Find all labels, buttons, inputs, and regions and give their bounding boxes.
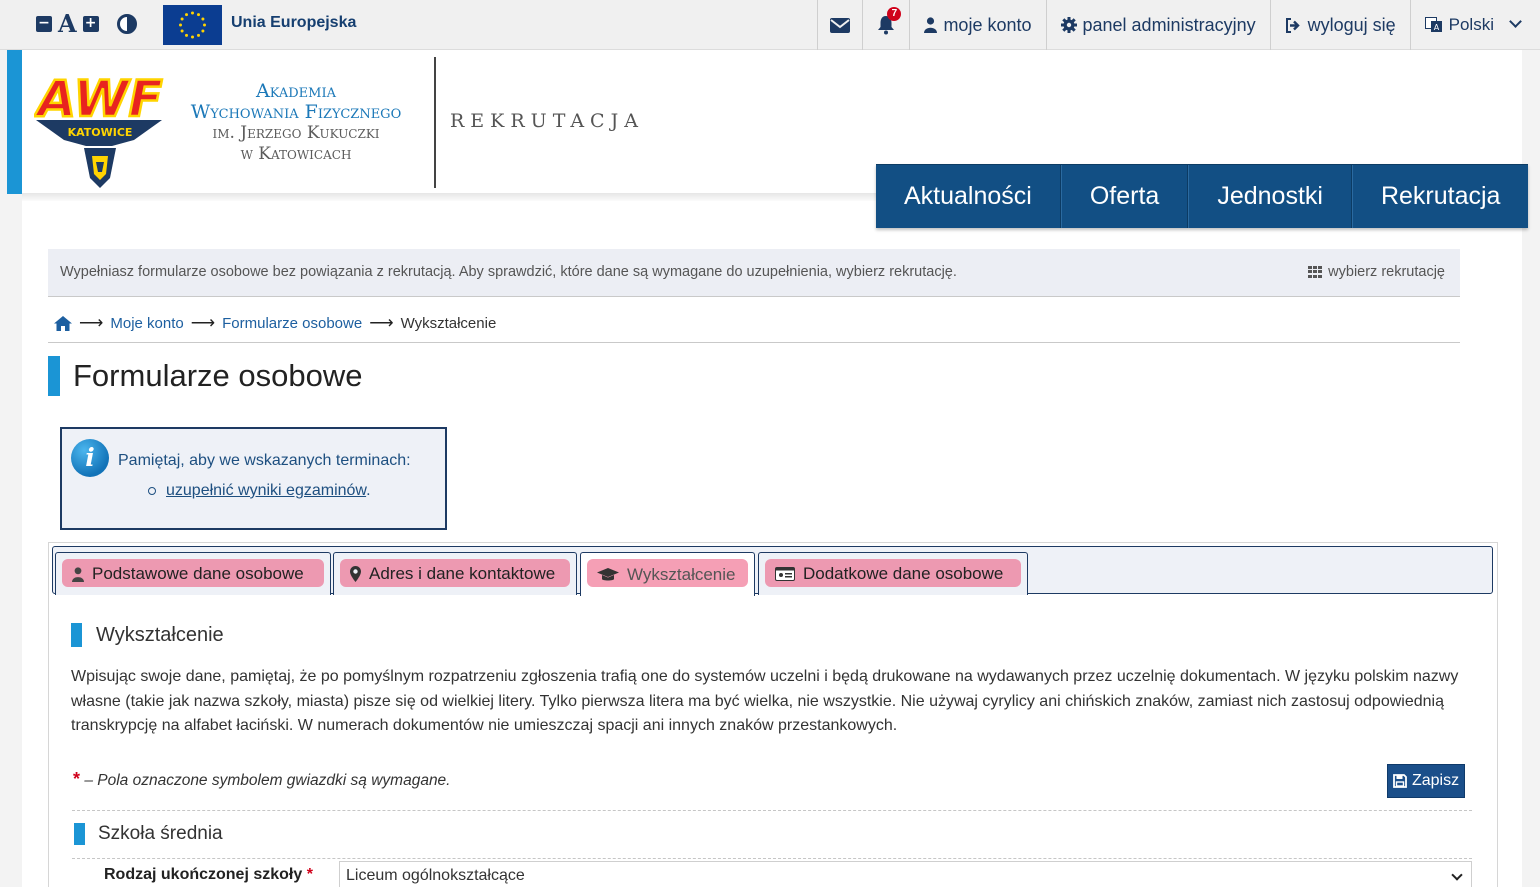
- breadcrumb-current: Wykształcenie: [400, 314, 497, 332]
- font-size-icon[interactable]: A: [58, 12, 77, 36]
- eu-flag-icon: [163, 5, 222, 45]
- graduation-cap-icon: [597, 567, 619, 580]
- form-tabs: Podstawowe dane osobowe Adres i dane kon…: [52, 546, 1493, 596]
- admin-panel-link[interactable]: panel administracyjny: [1045, 0, 1270, 50]
- save-label: Zapisz: [1411, 772, 1460, 789]
- tab-label: Wykształcenie: [627, 564, 736, 584]
- logout-label: wyloguj się: [1307, 14, 1396, 35]
- arrow-right-icon: ⟶: [190, 313, 216, 332]
- academy-line-3: im. Jerzego Kukuczki: [212, 123, 380, 143]
- required-note-text: – Pola oznaczone symbolem gwiazdki są wy…: [84, 772, 451, 789]
- svg-text:AWF: AWF: [34, 70, 163, 128]
- academy-line-2: Wychowania Fizycznego: [190, 101, 402, 123]
- choose-recruitment-link[interactable]: wybierz rekrutację: [1308, 264, 1445, 280]
- notifications-button[interactable]: 7: [862, 0, 909, 50]
- breadcrumb-my-account[interactable]: Moje konto: [110, 315, 183, 332]
- bullet-icon: [148, 487, 156, 495]
- my-account-link[interactable]: moje konto: [909, 0, 1045, 50]
- page-title: Formularze osobowe: [48, 356, 362, 396]
- translate-icon: A: [1424, 17, 1442, 32]
- divider: [72, 810, 1472, 811]
- academy-name: Akademia Wychowania Fizycznego im. Jerze…: [165, 81, 427, 165]
- arrow-right-icon: ⟶: [369, 313, 394, 332]
- header-accent-stripe: [7, 50, 22, 194]
- awf-logo[interactable]: KATOWICE AWF: [32, 56, 164, 190]
- contrast-toggle-icon[interactable]: [116, 14, 137, 34]
- gear-icon: [1060, 17, 1077, 33]
- reminder-list-item: uzupełnić wyniki egzaminów.: [148, 482, 371, 500]
- section-title: Wykształcenie: [71, 623, 224, 647]
- notifications-badge: 7: [887, 7, 902, 21]
- map-marker-icon: [350, 566, 361, 582]
- main-nav: Aktualności Oferta Jednostki Rekrutacja: [876, 164, 1529, 228]
- academy-line-1: Akademia: [255, 80, 337, 102]
- save-icon: [1393, 774, 1407, 788]
- logout-link[interactable]: wyloguj się: [1269, 0, 1410, 50]
- academy-line-4: w Katowicach: [240, 144, 352, 164]
- tab-label: Dodatkowe dane osobowe: [803, 564, 1004, 583]
- font-increase-button[interactable]: +: [82, 16, 99, 32]
- language-select[interactable]: A Polski: [1409, 0, 1540, 50]
- nav-offer[interactable]: Oferta: [1060, 165, 1189, 228]
- school-type-select[interactable]: Liceum ogólnokształcące: [339, 861, 1472, 887]
- section-word: REKRUTACJA: [450, 110, 644, 132]
- tab-label: Podstawowe dane osobowe: [92, 564, 304, 583]
- admin-panel-label: panel administracyjny: [1082, 14, 1256, 35]
- subsection-title: Szkoła średnia: [74, 823, 223, 845]
- school-type-value: Liceum ogólnokształcące: [346, 867, 525, 884]
- required-star: *: [73, 769, 81, 789]
- notice-text: Wypełniasz formularze osobowe bez powiąz…: [60, 264, 957, 280]
- arrow-right-icon: ⟶: [79, 313, 104, 332]
- tab-address-contact[interactable]: Adres i dane kontaktowe: [333, 552, 577, 595]
- tab-additional-personal-data[interactable]: Dodatkowe dane osobowe: [758, 552, 1028, 595]
- tab-education[interactable]: Wykształcenie: [580, 552, 755, 596]
- svg-text:A: A: [1433, 23, 1439, 32]
- eu-label: Unia Europejska: [231, 14, 357, 31]
- divider: [72, 858, 1472, 859]
- reminder-suffix: .: [366, 482, 371, 499]
- recruitment-notice: Wypełniasz formularze osobowe bez powiąz…: [48, 249, 1460, 297]
- top-nav: 7 moje konto panel administracyjny wylog…: [817, 0, 1540, 50]
- envelope-icon: [830, 17, 851, 33]
- complete-exam-results-link[interactable]: uzupełnić wyniki egzaminów: [166, 482, 366, 499]
- id-card-icon: [775, 567, 795, 581]
- my-account-label: moje konto: [943, 14, 1032, 35]
- instructions-paragraph: Wpisując swoje dane, pamiętaj, że po pom…: [71, 668, 1459, 734]
- nav-recruitment[interactable]: Rekrutacja: [1351, 165, 1529, 228]
- font-decrease-button[interactable]: −: [36, 16, 52, 32]
- header-divider: [434, 57, 436, 188]
- accessibility-controls: − A +: [36, 12, 137, 36]
- breadcrumb-personal-forms[interactable]: Formularze osobowe: [222, 315, 362, 332]
- home-icon[interactable]: [54, 315, 72, 331]
- sign-out-icon: [1285, 17, 1300, 33]
- reminder-box: i Pamiętaj, aby we wskazanych terminach:…: [60, 427, 447, 530]
- user-icon: [924, 17, 938, 33]
- required-star: *: [306, 866, 313, 883]
- chevron-down-icon: [1509, 15, 1522, 28]
- required-fields-note: * – Pola oznaczone symbolem gwiazdki są …: [73, 769, 451, 790]
- chevron-down-icon: [1451, 869, 1463, 881]
- info-icon: i: [71, 439, 109, 477]
- school-type-label-text: Rodzaj ukończonej szkoły: [104, 866, 303, 883]
- top-utility-bar: − A + Unia Europejska 7 moje konto panel…: [0, 0, 1540, 50]
- save-button[interactable]: Zapisz: [1387, 764, 1465, 798]
- school-type-label: Rodzaj ukończonej szkoły *: [104, 866, 313, 884]
- nav-news[interactable]: Aktualności: [876, 165, 1061, 228]
- reminder-text: Pamiętaj, aby we wskazanych terminach:: [118, 452, 411, 469]
- tab-basic-personal-data[interactable]: Podstawowe dane osobowe: [55, 552, 331, 595]
- tab-label: Adres i dane kontaktowe: [369, 564, 556, 583]
- breadcrumb: ⟶ Moje konto ⟶ Formularze osobowe ⟶ Wyks…: [48, 304, 1460, 343]
- language-label: Polski: [1448, 15, 1494, 34]
- user-icon: [72, 566, 84, 582]
- grid-icon: [1308, 266, 1323, 278]
- choose-recruitment-label: wybierz rekrutację: [1328, 264, 1445, 280]
- nav-units[interactable]: Jednostki: [1188, 165, 1352, 228]
- messages-button[interactable]: [817, 0, 862, 50]
